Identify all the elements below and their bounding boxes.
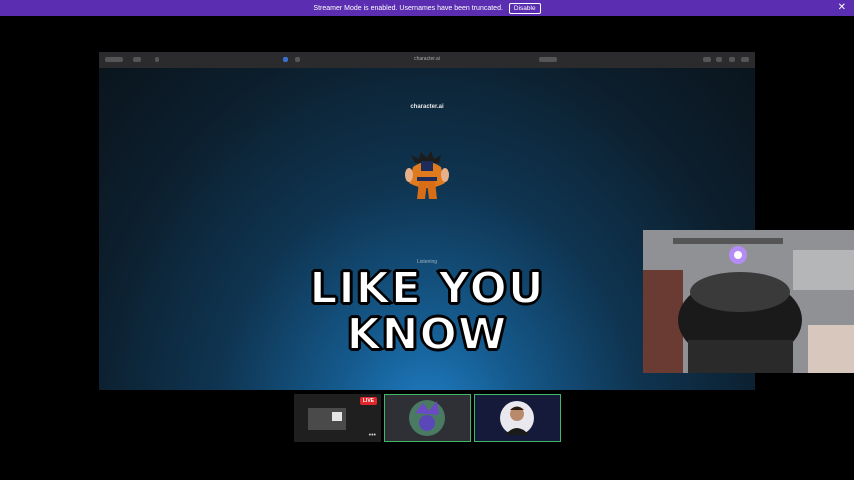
webcam-overlay: [643, 230, 854, 373]
participant-tile-person[interactable]: [474, 394, 561, 442]
tabs-overview-icon[interactable]: [741, 57, 749, 62]
participant-photo: [475, 395, 560, 441]
close-icon[interactable]: ✕: [838, 2, 846, 13]
new-tab-icon[interactable]: [729, 57, 735, 62]
window-controls[interactable]: [105, 57, 123, 62]
participant-tile-streamer[interactable]: LIVE •••: [294, 394, 381, 442]
sidebar-icon[interactable]: [133, 57, 141, 62]
participant-avatar: [385, 395, 470, 441]
download-icon[interactable]: [716, 57, 722, 62]
streamer-mode-banner: Streamer Mode is enabled. Usernames have…: [0, 0, 854, 16]
browser-toolbar: character.ai: [99, 52, 755, 68]
live-badge: LIVE: [359, 397, 377, 405]
participant-tile-active[interactable]: [384, 394, 471, 442]
shield-icon[interactable]: [295, 57, 300, 62]
address-bar[interactable]: character.ai: [399, 56, 455, 62]
banner-message: Streamer Mode is enabled. Usernames have…: [313, 4, 503, 12]
webcam-scene: [643, 230, 854, 373]
share-icon[interactable]: [703, 57, 711, 62]
more-options-icon[interactable]: •••: [369, 432, 376, 439]
disable-button[interactable]: Disable: [508, 2, 541, 14]
tab-icon[interactable]: [283, 57, 288, 62]
back-icon[interactable]: [155, 57, 159, 62]
site-brand: character.ai: [410, 104, 444, 110]
character-avatar: [405, 151, 449, 199]
participant-strip: LIVE •••: [294, 394, 561, 442]
extension-icons[interactable]: [539, 57, 557, 62]
